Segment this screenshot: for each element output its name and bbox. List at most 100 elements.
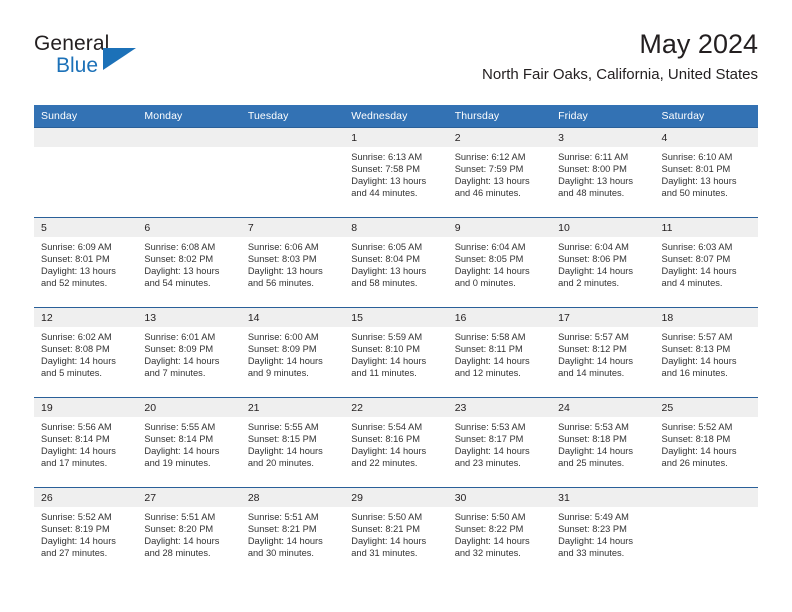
sunset-text: Sunset: 8:03 PM (247, 254, 317, 265)
weekday-header-tuesday: Tuesday (240, 105, 345, 128)
sunrise-text: Sunrise: 5:50 AM (351, 512, 423, 522)
calendar-day-cell[interactable]: 13 Sunrise: 6:01 AM Sunset: 8:09 PM Dayligh… (137, 307, 241, 398)
day-details: Sunrise: 6:00 AM Sunset: 8:09 PM Daylight:… (241, 327, 344, 379)
sunrise-text: Sunrise: 5:53 AM (558, 422, 629, 432)
calendar-week-row: 1 Sunrise: 6:13 AM Sunset: 7:58 PM Daylight… (34, 127, 758, 218)
day-details: Sunrise: 6:02 AM Sunset: 8:08 PM Daylight:… (34, 327, 137, 379)
day-details: Sunrise: 6:04 AM Sunset: 8:06 PM Daylight:… (551, 237, 654, 289)
sunrise-text: Sunrise: 6:11 AM (558, 152, 629, 162)
calendar-day-cell[interactable]: 8 Sunrise: 6:05 AM Sunset: 8:04 PM Daylight… (344, 217, 448, 308)
calendar-day-cell[interactable]: 5 Sunrise: 6:09 AM Sunset: 8:01 PM Daylight… (34, 217, 138, 308)
calendar-day-cell[interactable]: 30 Sunrise: 5:50 AM Sunset: 8:22 PM Dayligh… (447, 487, 552, 577)
daylight-text: Daylight: 13 hours and 56 minutes. (247, 266, 323, 289)
day-cell-inner (654, 488, 758, 577)
calendar-day-cell[interactable]: 12 Sunrise: 6:02 AM Sunset: 8:08 PM Dayligh… (34, 307, 138, 398)
day-details: Sunrise: 5:49 AM Sunset: 8:23 PM Daylight:… (551, 507, 654, 559)
sunrise-text: Sunrise: 5:52 AM (661, 422, 733, 432)
calendar-day-cell[interactable]: 6 Sunrise: 6:08 AM Sunset: 8:02 PM Daylight… (137, 217, 241, 308)
calendar-day-cell[interactable]: 22 Sunrise: 5:54 AM Sunset: 8:16 PM Dayligh… (344, 397, 448, 488)
calendar-day-cell[interactable]: 23 Sunrise: 5:53 AM Sunset: 8:17 PM Dayligh… (447, 397, 552, 488)
day-details: Sunrise: 5:59 AM Sunset: 8:10 PM Daylight:… (344, 327, 447, 379)
calendar-day-cell[interactable]: 20 Sunrise: 5:55 AM Sunset: 8:14 PM Dayligh… (137, 397, 241, 488)
calendar-day-cell[interactable]: 18 Sunrise: 5:57 AM Sunset: 8:13 PM Dayligh… (654, 307, 758, 398)
day-number: 30 (447, 488, 552, 507)
day-number: 4 (654, 128, 758, 147)
day-cell-inner: 15 Sunrise: 5:59 AM Sunset: 8:10 PM Dayligh… (344, 308, 448, 397)
calendar-body: 1 Sunrise: 6:13 AM Sunset: 7:58 PM Daylight… (34, 127, 758, 577)
sunset-text: Sunset: 8:09 PM (144, 344, 214, 355)
calendar-day-cell[interactable]: 10 Sunrise: 6:04 AM Sunset: 8:06 PM Dayligh… (551, 217, 655, 308)
sunrise-text: Sunrise: 5:55 AM (247, 422, 319, 432)
daylight-text: Daylight: 14 hours and 20 minutes. (247, 446, 323, 469)
day-details: Sunrise: 5:50 AM Sunset: 8:22 PM Daylight:… (448, 507, 551, 559)
day-number: 13 (137, 308, 241, 327)
day-cell-inner: 11 Sunrise: 6:03 AM Sunset: 8:07 PM Dayligh… (654, 218, 758, 307)
day-number: 5 (34, 218, 138, 237)
calendar-day-cell[interactable]: 19 Sunrise: 5:56 AM Sunset: 8:14 PM Dayligh… (34, 397, 138, 488)
calendar-day-cell[interactable]: 27 Sunrise: 5:51 AM Sunset: 8:20 PM Dayligh… (137, 487, 241, 577)
day-number: 20 (137, 398, 241, 417)
day-details: Sunrise: 5:55 AM Sunset: 8:14 PM Daylight:… (137, 417, 240, 469)
day-cell-inner (137, 128, 241, 217)
weekday-header-sunday: Sunday (34, 105, 138, 128)
calendar-day-cell[interactable]: 4 Sunrise: 6:10 AM Sunset: 8:01 PM Daylight… (654, 127, 758, 218)
day-number: 19 (34, 398, 138, 417)
calendar-day-cell[interactable]: 31 Sunrise: 5:49 AM Sunset: 8:23 PM Dayligh… (551, 487, 655, 577)
calendar-day-cell[interactable]: 17 Sunrise: 5:57 AM Sunset: 8:12 PM Dayligh… (551, 307, 655, 398)
day-cell-inner: 8 Sunrise: 6:05 AM Sunset: 8:04 PM Daylight… (344, 218, 448, 307)
day-cell-inner: 9 Sunrise: 6:04 AM Sunset: 8:05 PM Daylight… (447, 218, 552, 307)
calendar-day-cell[interactable]: 25 Sunrise: 5:52 AM Sunset: 8:18 PM Dayligh… (654, 397, 758, 488)
day-cell-inner: 7 Sunrise: 6:06 AM Sunset: 8:03 PM Daylight… (240, 218, 345, 307)
sunset-text: Sunset: 8:05 PM (454, 254, 524, 265)
day-details: Sunrise: 5:57 AM Sunset: 8:12 PM Daylight:… (551, 327, 654, 379)
calendar-day-cell[interactable]: 2 Sunrise: 6:12 AM Sunset: 7:59 PM Daylight… (447, 127, 552, 218)
calendar-day-cell[interactable]: 1 Sunrise: 6:13 AM Sunset: 7:58 PM Daylight… (344, 127, 448, 218)
day-number: 2 (447, 128, 552, 147)
sunrise-text: Sunrise: 5:51 AM (144, 512, 216, 522)
sunrise-text: Sunrise: 5:49 AM (558, 512, 629, 522)
day-cell-inner: 6 Sunrise: 6:08 AM Sunset: 8:02 PM Daylight… (137, 218, 241, 307)
day-details: Sunrise: 5:52 AM Sunset: 8:18 PM Daylight:… (655, 417, 758, 469)
daylight-text: Daylight: 14 hours and 33 minutes. (558, 536, 634, 559)
day-number: 24 (551, 398, 655, 417)
weekday-header-monday: Monday (137, 105, 241, 128)
day-number: 17 (551, 308, 655, 327)
calendar-day-cell[interactable]: 9 Sunrise: 6:04 AM Sunset: 8:05 PM Daylight… (447, 217, 552, 308)
day-details: Sunrise: 6:12 AM Sunset: 7:59 PM Daylight:… (448, 147, 551, 199)
daylight-text: Daylight: 14 hours and 26 minutes. (661, 446, 737, 469)
day-number (34, 128, 138, 147)
sunrise-text: Sunrise: 6:12 AM (454, 152, 526, 162)
daylight-text: Daylight: 14 hours and 5 minutes. (41, 356, 116, 379)
calendar-day-cell[interactable]: 26 Sunrise: 5:52 AM Sunset: 8:19 PM Dayligh… (34, 487, 138, 577)
calendar-day-cell[interactable]: 16 Sunrise: 5:58 AM Sunset: 8:11 PM Dayligh… (447, 307, 552, 398)
calendar-day-cell[interactable]: 24 Sunrise: 5:53 AM Sunset: 8:18 PM Dayligh… (551, 397, 655, 488)
page-subtitle: North Fair Oaks, California, United Stat… (482, 66, 758, 83)
sunrise-text: Sunrise: 5:57 AM (558, 332, 629, 342)
calendar-day-cell[interactable]: 7 Sunrise: 6:06 AM Sunset: 8:03 PM Daylight… (240, 217, 345, 308)
daylight-text: Daylight: 13 hours and 50 minutes. (661, 176, 737, 199)
day-details: Sunrise: 6:09 AM Sunset: 8:01 PM Daylight:… (34, 237, 137, 289)
sunset-text: Sunset: 8:18 PM (558, 434, 627, 445)
calendar-day-cell[interactable]: 28 Sunrise: 5:51 AM Sunset: 8:21 PM Dayligh… (240, 487, 345, 577)
day-cell-inner: 22 Sunrise: 5:54 AM Sunset: 8:16 PM Dayligh… (344, 398, 448, 487)
calendar-day-cell[interactable]: 14 Sunrise: 6:00 AM Sunset: 8:09 PM Dayligh… (240, 307, 345, 398)
day-details: Sunrise: 6:10 AM Sunset: 8:01 PM Daylight:… (655, 147, 758, 199)
calendar-day-cell[interactable]: 11 Sunrise: 6:03 AM Sunset: 8:07 PM Dayligh… (654, 217, 758, 308)
day-number: 12 (34, 308, 138, 327)
page-title: May 2024 (639, 29, 758, 59)
calendar-day-cell[interactable]: 3 Sunrise: 6:11 AM Sunset: 8:00 PM Daylight… (551, 127, 655, 218)
day-details: Sunrise: 6:01 AM Sunset: 8:09 PM Daylight:… (137, 327, 240, 379)
daylight-text: Daylight: 13 hours and 52 minutes. (41, 266, 116, 289)
sunrise-text: Sunrise: 6:10 AM (661, 152, 733, 162)
sunset-text: Sunset: 8:19 PM (41, 524, 110, 535)
sunset-text: Sunset: 8:20 PM (144, 524, 214, 535)
calendar-day-cell[interactable]: 15 Sunrise: 5:59 AM Sunset: 8:10 PM Dayligh… (344, 307, 448, 398)
day-details: Sunrise: 5:50 AM Sunset: 8:21 PM Daylight:… (344, 507, 447, 559)
calendar-day-cell-empty (34, 127, 138, 218)
calendar-day-cell[interactable]: 21 Sunrise: 5:55 AM Sunset: 8:15 PM Dayligh… (240, 397, 345, 488)
sunset-text: Sunset: 8:14 PM (144, 434, 214, 445)
day-number (240, 128, 345, 147)
day-number: 3 (551, 128, 655, 147)
sunset-text: Sunset: 8:21 PM (351, 524, 420, 535)
calendar-day-cell[interactable]: 29 Sunrise: 5:50 AM Sunset: 8:21 PM Dayligh… (344, 487, 448, 577)
